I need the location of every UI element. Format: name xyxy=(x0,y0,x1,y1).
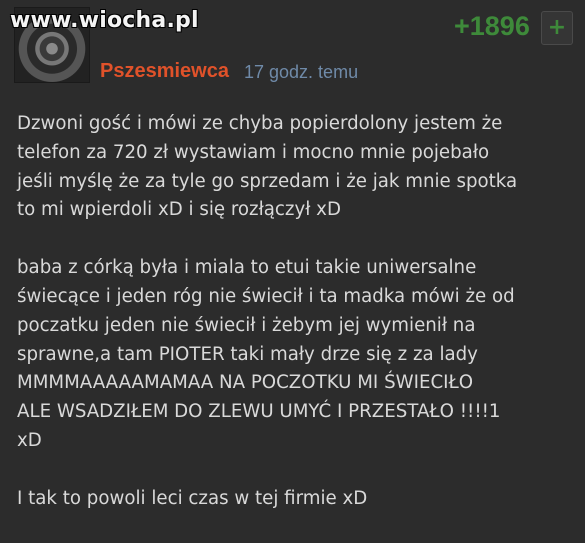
vote-count: +1896 xyxy=(454,11,530,41)
comment-author[interactable]: Pszesmiewca xyxy=(100,60,229,83)
comment-paragraph: I tak to powoli leci czas w tej firmie x… xyxy=(17,487,368,509)
site-watermark: www.wiocha.pl xyxy=(10,8,199,33)
comment-timestamp[interactable]: 17 godz. temu xyxy=(244,62,358,83)
upvote-button[interactable]: + xyxy=(541,11,573,45)
comment-paragraph: baba z córką była i miala to etui takie … xyxy=(17,257,515,451)
comment-paragraph: Dzwoni gość i mówi ze chyba popierdolony… xyxy=(17,113,518,221)
comment-body: Dzwoni gość i mówi ze chyba popierdolony… xyxy=(17,110,577,543)
plus-icon: + xyxy=(547,15,567,40)
